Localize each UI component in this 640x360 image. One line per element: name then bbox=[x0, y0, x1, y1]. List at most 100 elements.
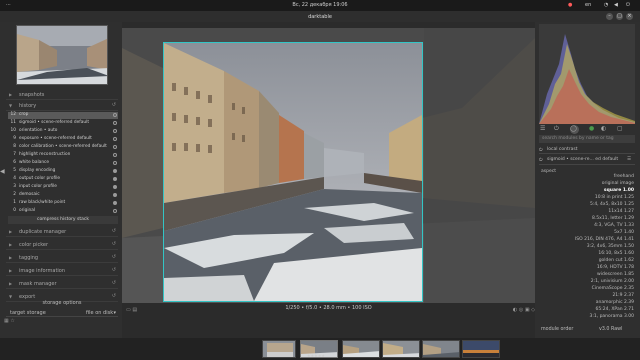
history-item[interactable]: 7 highlight reconstruction bbox=[8, 152, 118, 159]
module-order-row[interactable]: module order v3.0 Rawl bbox=[539, 327, 635, 335]
histogram[interactable] bbox=[539, 24, 635, 124]
volume-icon[interactable]: ◀ bbox=[614, 2, 618, 8]
aspect-option[interactable]: 11x14 1.27 bbox=[608, 209, 634, 214]
aspect-option[interactable]: 2:1, univisium 2.00 bbox=[591, 279, 634, 284]
film-thumb-5[interactable] bbox=[422, 340, 460, 358]
history-item[interactable]: 4 output color profile bbox=[8, 176, 118, 183]
section-mask-manager[interactable]: ▶ mask manager ↺ bbox=[6, 278, 118, 289]
history-item[interactable]: 3 input color profile bbox=[8, 184, 118, 191]
history-item[interactable]: 10 orientation • auto bbox=[8, 128, 118, 135]
history-item-number: 11 bbox=[10, 120, 16, 125]
filmstrip[interactable]: ★★★★★ bbox=[0, 338, 640, 360]
aspect-option[interactable]: 3:2, 4x6, 35mm 1.50 bbox=[587, 244, 634, 249]
collapse-left-panel-arrow[interactable]: ◀ bbox=[0, 168, 5, 178]
correct-tab-icon[interactable]: ▢ bbox=[617, 125, 623, 132]
system-clock[interactable]: Вс, 22 декабря 19:06 bbox=[0, 2, 640, 8]
quick-access-tab-icon[interactable]: ☰ bbox=[540, 125, 545, 132]
film-thumb-3[interactable] bbox=[342, 340, 380, 358]
film-thumb-selected[interactable]: ★★★★★ bbox=[300, 340, 338, 358]
styles-icon[interactable]: ▤ bbox=[132, 307, 137, 313]
record-icon[interactable]: ● bbox=[568, 2, 572, 8]
aspect-option[interactable]: golden cut 1.62 bbox=[599, 258, 634, 263]
section-tagging[interactable]: ▶ tagging ↺ bbox=[6, 252, 118, 263]
expand-arrow-icon: ▼ bbox=[9, 294, 13, 299]
history-item[interactable]: 11 sigmoid • scene-referred default bbox=[8, 120, 118, 127]
history-item[interactable]: 12 crop bbox=[8, 112, 118, 119]
aspect-option[interactable]: freehand bbox=[614, 174, 634, 179]
star-icon[interactable]: ☆ bbox=[10, 318, 14, 324]
close-button[interactable]: × bbox=[626, 13, 633, 20]
aspect-option[interactable]: widescreen 1.85 bbox=[597, 272, 634, 277]
grid-icon[interactable]: ▦ bbox=[4, 318, 9, 324]
aspect-option[interactable]: ISO 216, DIN 476, A4 1.41 bbox=[575, 237, 634, 242]
network-icon[interactable]: ◔ bbox=[604, 2, 608, 8]
film-thumb-6[interactable] bbox=[462, 340, 500, 358]
aspect-option[interactable]: 21:9 2.37 bbox=[612, 293, 634, 298]
history-item[interactable]: 0 original bbox=[8, 208, 118, 215]
history-item[interactable]: 6 white balance bbox=[8, 160, 118, 167]
maximize-button[interactable]: □ bbox=[616, 13, 623, 20]
aspect-option[interactable]: 4:3, VGA, TV 1.33 bbox=[594, 223, 634, 228]
aspect-option[interactable]: 16:10, 8x5 1.60 bbox=[598, 251, 634, 256]
section-duplicate-manager[interactable]: ▶ duplicate manager ↺ bbox=[6, 226, 118, 237]
system-top-bar: ⋯ Вс, 22 декабря 19:06 ● en ◔ ◀ ⏻ bbox=[0, 0, 640, 11]
aspect-option[interactable]: 16:9, HDTV 1.78 bbox=[597, 265, 634, 270]
gamut-icon[interactable]: ▣ bbox=[525, 307, 530, 313]
module-state-icon bbox=[113, 145, 117, 149]
reset-icon[interactable]: ↺ bbox=[112, 280, 116, 286]
color-tab-icon[interactable]: ◐ bbox=[601, 125, 606, 132]
reset-icon[interactable]: ↺ bbox=[112, 293, 116, 299]
history-item[interactable]: 8 color calibration • scene-referred defa… bbox=[8, 144, 118, 151]
history-item[interactable]: 9 exposure • scene-referred default bbox=[8, 136, 118, 143]
reset-icon[interactable]: ↺ bbox=[112, 241, 116, 247]
aspect-option[interactable]: original image bbox=[602, 181, 634, 186]
reset-icon[interactable]: ↺ bbox=[112, 254, 116, 260]
aspect-option[interactable]: CinemaScope 2.35 bbox=[592, 286, 634, 291]
power-icon[interactable]: ⏻ bbox=[539, 157, 543, 163]
base-tab-icon[interactable]: ◯ bbox=[570, 125, 579, 134]
reset-icon[interactable]: ↺ bbox=[112, 267, 116, 273]
reset-icon[interactable]: ↺ bbox=[112, 228, 116, 234]
target-storage-row[interactable]: target storage file on disk ▾ bbox=[6, 309, 118, 317]
section-image-information[interactable]: ▶ image information ↺ bbox=[6, 265, 118, 276]
language-indicator[interactable]: en bbox=[585, 2, 591, 8]
power-icon[interactable]: ⏻ bbox=[626, 2, 630, 8]
module-local-contrast[interactable]: ⏻ local contrast bbox=[539, 145, 635, 154]
aspect-option[interactable]: 3:1, panorama 3.00 bbox=[589, 314, 634, 319]
image-canvas[interactable] bbox=[122, 28, 535, 303]
module-label: local contrast bbox=[547, 147, 578, 152]
module-sigmoid[interactable]: ⏻ sigmoid • scene-re... ed default ☰ bbox=[539, 155, 635, 165]
active-modules-tab-icon[interactable]: ⏻ bbox=[554, 125, 559, 133]
film-thumb-1[interactable] bbox=[262, 340, 296, 358]
cropped-photo[interactable] bbox=[163, 42, 423, 302]
rating-stars[interactable]: ★★★★★ bbox=[307, 353, 325, 357]
power-icon[interactable]: ⏻ bbox=[539, 147, 543, 153]
quick-access-icon[interactable]: ▭ bbox=[126, 307, 131, 313]
target-storage-value[interactable]: file on disk bbox=[86, 310, 113, 316]
history-item[interactable]: 5 display encoding bbox=[8, 168, 118, 175]
history-item[interactable]: 2 demosaic bbox=[8, 192, 118, 199]
aspect-option[interactable]: square 1.00 bbox=[604, 188, 634, 193]
softproof-icon[interactable]: ◎ bbox=[519, 307, 523, 313]
tone-tab-icon[interactable]: ● bbox=[589, 125, 594, 132]
reset-icon[interactable]: ↺ bbox=[112, 102, 116, 108]
presets-icon[interactable]: ☰ bbox=[627, 157, 631, 162]
section-color-picker[interactable]: ▶ color picker ↺ bbox=[6, 239, 118, 250]
aspect-option[interactable]: 65:24, XPan 2.71 bbox=[596, 307, 634, 312]
section-history[interactable]: ▼ history ↺ bbox=[6, 100, 118, 111]
navigation-thumbnail[interactable] bbox=[16, 25, 108, 85]
aspect-option[interactable]: anamorphic 2.39 bbox=[596, 300, 634, 305]
compress-history-button[interactable]: compress history stack bbox=[8, 216, 118, 224]
history-item[interactable]: 1 raw black/white point bbox=[8, 200, 118, 207]
aspect-option[interactable]: 8.5x11, letter 1.29 bbox=[592, 216, 634, 221]
aspect-option[interactable]: 5:4, 4x5, 8x10 1.25 bbox=[590, 202, 634, 207]
section-label: snapshots bbox=[19, 92, 45, 98]
section-snapshots[interactable]: ▶ snapshots bbox=[6, 89, 118, 100]
minimize-button[interactable]: – bbox=[606, 13, 613, 20]
module-search-input[interactable]: search modules by name or tag bbox=[539, 135, 635, 143]
film-thumb-4[interactable] bbox=[382, 340, 420, 358]
overexposed-icon[interactable]: ◐ bbox=[513, 307, 517, 313]
history-item-number: 8 bbox=[13, 144, 16, 149]
aspect-option[interactable]: 5x7 1.40 bbox=[614, 230, 634, 235]
aspect-option[interactable]: 10:8 in print 1.25 bbox=[595, 195, 634, 200]
